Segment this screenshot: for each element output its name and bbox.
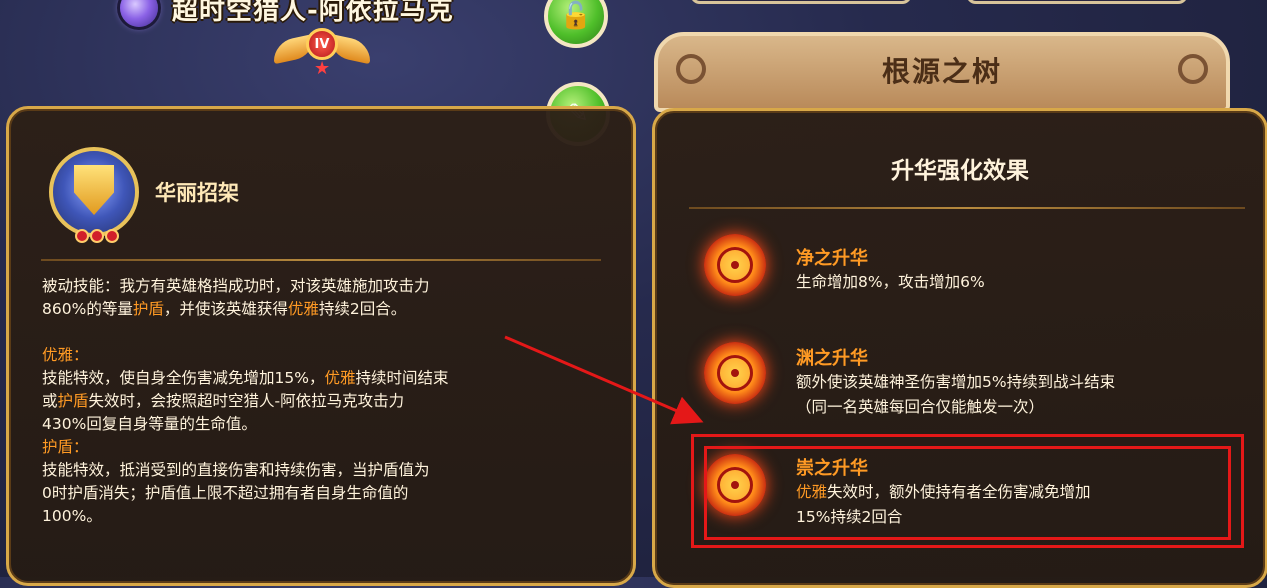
hero-header: 超时空猎人-阿依拉马克 bbox=[120, 0, 454, 30]
grace-line-1: 技能特效，使自身全伤害减免增加15%，优雅持续时间结束 bbox=[42, 367, 612, 390]
effect-heading: 升华强化效果 bbox=[891, 158, 1029, 184]
shield-line-3: 100%。 bbox=[42, 507, 102, 525]
purity-ascension-icon[interactable] bbox=[704, 234, 766, 296]
text: （同一名英雄每回合仅能触发一次） bbox=[796, 398, 1045, 416]
skill-level-pip bbox=[90, 229, 104, 243]
text: 860%的等量 bbox=[42, 300, 133, 318]
skill-panel: 华丽招架 被动技能：我方有英雄格挡成功时，对该英雄施加攻击力 860%的等量护盾… bbox=[6, 106, 636, 586]
passive-line-2: 860%的等量护盾，并使该英雄获得优雅持续2回合。 bbox=[42, 298, 612, 321]
shield-line-1: 技能特效，抵消受到的直接伤害和持续伤害，当护盾值为 bbox=[42, 461, 430, 479]
ascension-desc: 额外使该英雄神圣伤害增加5%持续到战斗结束 （同一名英雄每回合仅能触发一次） bbox=[796, 370, 1246, 420]
skill-name: 华丽招架 bbox=[155, 181, 239, 205]
ascension-desc: 生命增加8%，攻击增加6% bbox=[796, 270, 1246, 295]
text: 技能特效，使自身全伤害减免增加15%， bbox=[42, 369, 325, 387]
ascension-name: 净之升华 bbox=[796, 248, 868, 269]
text: 失效时，会按照超时空猎人-阿依拉马克攻击力 bbox=[88, 392, 405, 410]
text: 额外使该英雄神圣伤害增加5%持续到战斗结束 bbox=[796, 373, 1116, 391]
divider bbox=[689, 207, 1245, 209]
text: 持续2回合。 bbox=[318, 300, 407, 318]
shield-icon bbox=[74, 165, 114, 215]
passive-line-1: 被动技能：我方有英雄格挡成功时，对该英雄施加攻击力 bbox=[42, 277, 430, 295]
text: 或 bbox=[42, 392, 58, 410]
annotation-box-inner bbox=[704, 446, 1231, 540]
lock-icon: 🔓 bbox=[559, 1, 593, 31]
keyword-grace: 优雅 bbox=[287, 300, 319, 318]
rank-label: IV bbox=[306, 28, 338, 60]
shield-title: 护盾： bbox=[42, 438, 89, 456]
text: 持续时间结束 bbox=[355, 369, 449, 387]
grace-line-3: 430%回复自身等量的生命值。 bbox=[42, 415, 257, 433]
tree-title: 根源之树 bbox=[881, 55, 1002, 88]
parry-shield-icon[interactable] bbox=[49, 147, 139, 243]
keyword-shield: 护盾 bbox=[57, 392, 89, 410]
unlock-button[interactable]: 🔓 bbox=[544, 0, 608, 48]
hero-name: 超时空猎人-阿依拉马克 bbox=[172, 0, 454, 26]
shield-line-2: 0时护盾消失；护盾值上限不超过拥有者自身生命值的 bbox=[42, 484, 409, 502]
divider bbox=[41, 259, 601, 261]
skill-level-pip bbox=[105, 229, 119, 243]
top-tab-b[interactable] bbox=[966, 0, 1188, 4]
skill-level-pip bbox=[75, 229, 89, 243]
keyword-grace: 优雅 bbox=[324, 369, 356, 387]
rank-badge: IV ★ bbox=[272, 28, 372, 79]
star-icon: ★ bbox=[314, 58, 331, 79]
tree-banner: 根源之树 bbox=[654, 32, 1230, 112]
keyword-shield: 护盾 bbox=[132, 300, 164, 318]
text: ，并使该英雄获得 bbox=[163, 300, 288, 318]
hero-faction-icon bbox=[120, 0, 158, 27]
grace-line-2: 或护盾失效时，会按照超时空猎人-阿依拉马克攻击力 bbox=[42, 390, 612, 413]
top-tab-a[interactable] bbox=[690, 0, 912, 4]
grace-title: 优雅： bbox=[42, 346, 89, 364]
ascension-name: 渊之升华 bbox=[796, 348, 868, 369]
skill-description: 被动技能：我方有英雄格挡成功时，对该英雄施加攻击力 860%的等量护盾，并使该英… bbox=[42, 275, 612, 528]
abyss-ascension-icon[interactable] bbox=[704, 342, 766, 404]
text: 生命增加8%，攻击增加6% bbox=[796, 273, 985, 291]
